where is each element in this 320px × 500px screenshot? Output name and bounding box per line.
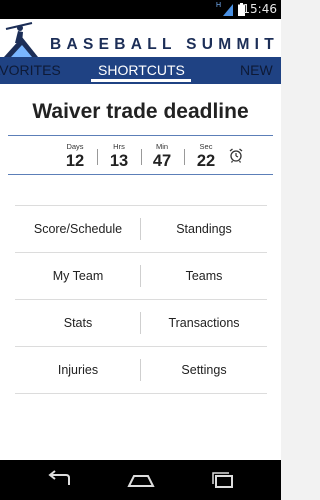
countdown-minutes-label: Min [155,142,169,151]
status-time: 15:46 [242,2,277,16]
shortcut-score-schedule[interactable]: Score/Schedule [15,206,141,252]
alarm-clock-icon[interactable] [228,147,244,163]
baseball-player-logo [2,21,40,57]
countdown-minutes-value: 47 [152,152,172,170]
home-icon[interactable] [121,468,161,492]
countdown-separator [184,149,185,165]
hspa-icon: H [216,2,222,9]
app-header: BASEBALL SUMMIT [0,19,281,57]
status-bar: H 15:46 [0,0,281,19]
shortcut-settings[interactable]: Settings [141,347,267,393]
divider [8,174,273,175]
countdown-seconds-label: Sec [199,142,213,151]
shortcut-transactions[interactable]: Transactions [141,300,267,346]
countdown-days-value: 12 [65,152,85,170]
shortcut-stats[interactable]: Stats [15,300,141,346]
recent-apps-icon[interactable] [203,468,243,492]
signal-icon: H [216,2,233,16]
shortcut-standings[interactable]: Standings [141,206,267,252]
countdown-separator [141,149,142,165]
system-nav-bar [0,460,281,500]
countdown-hours: Hrs 13 [104,142,134,171]
divider [8,135,273,136]
grid-divider [15,393,267,394]
countdown-days: Days 12 [60,142,90,171]
countdown-hours-value: 13 [109,152,129,170]
tab-favorites[interactable]: AVORITES [0,62,61,78]
tab-bar: AVORITES SHORTCUTS NEW [0,57,281,84]
tab-new[interactable]: NEW [240,62,273,78]
back-icon[interactable] [39,468,79,492]
app-title: BASEBALL SUMMIT [50,36,280,53]
shortcut-my-team[interactable]: My Team [15,253,141,299]
countdown-separator [97,149,98,165]
tab-shortcuts[interactable]: SHORTCUTS [98,62,185,78]
countdown-minutes: Min 47 [147,142,177,171]
countdown-days-label: Days [66,142,84,151]
countdown-title: Waiver trade deadline [32,100,249,123]
shortcut-teams[interactable]: Teams [141,253,267,299]
countdown-hours-label: Hrs [113,142,125,151]
countdown-seconds: Sec 22 [191,142,221,171]
shortcut-injuries[interactable]: Injuries [15,347,141,393]
tab-indicator [91,79,191,82]
countdown-seconds-value: 22 [196,152,216,170]
